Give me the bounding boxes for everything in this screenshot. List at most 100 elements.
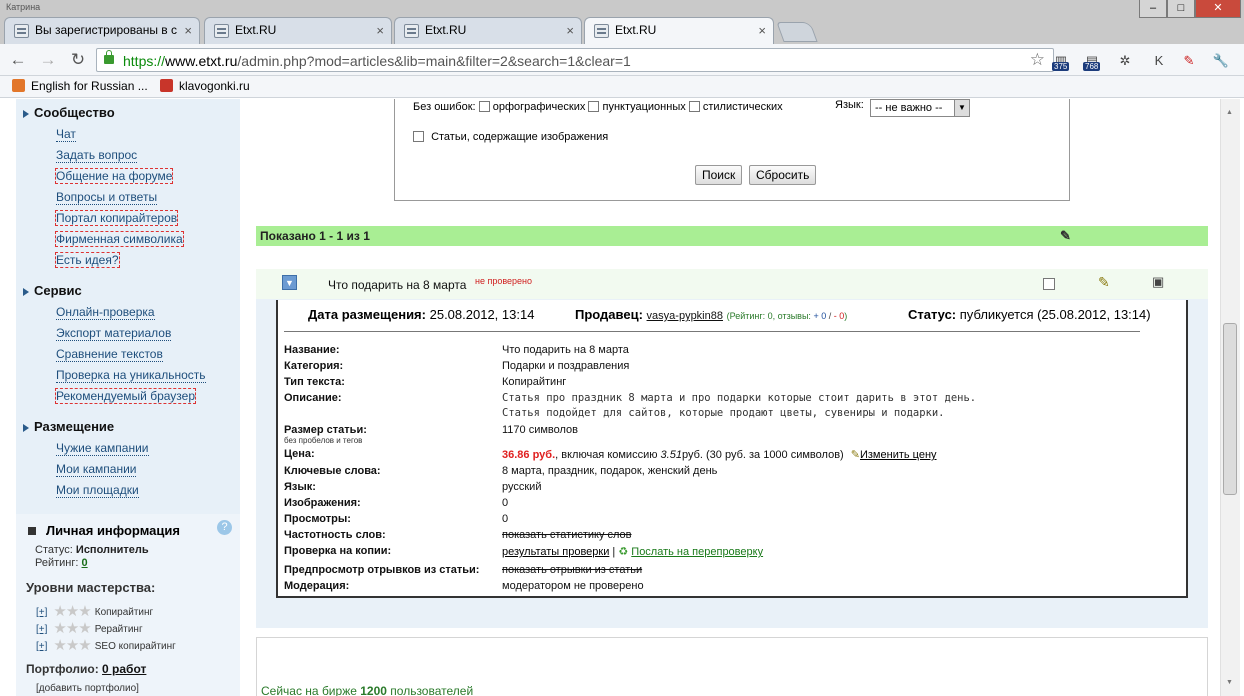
sidebar-link-other-campaigns[interactable]: Чужие кампании <box>56 441 149 456</box>
portfolio-link[interactable]: 0 работ <box>102 662 146 676</box>
add-portfolio-link[interactable]: [добавить портфолио] <box>36 683 139 694</box>
rating-line: Рейтинг: 0 <box>35 557 88 569</box>
tab-title: Etxt.RU <box>425 23 467 37</box>
wrench-icon[interactable]: 🔧 <box>1210 50 1232 72</box>
reset-button[interactable]: Сбросить <box>749 165 817 185</box>
level-seo: [+] ★★★ SEO копирайтинг <box>36 637 176 654</box>
search-filter-box: Без ошибок: орфографических пунктуационн… <box>394 99 1070 201</box>
scroll-down-icon[interactable]: ▼ <box>1226 679 1233 686</box>
show-excerpts-link[interactable]: показать отрывки из статьи <box>502 564 642 576</box>
service-title: Сервис <box>23 283 82 298</box>
bookmarks-bar: English for Russian ... klavogonki.ru <box>0 76 1244 98</box>
window-label: Катрина <box>6 2 41 12</box>
rating-link[interactable]: 0 <box>82 557 88 569</box>
level-rewriting: [+] ★★★ Рерайтинг <box>36 620 143 637</box>
sidebar-link-forum[interactable]: Общение на форуме <box>54 168 174 184</box>
punctuation-checkbox[interactable] <box>588 101 600 112</box>
archive-icon[interactable]: ▣ <box>1152 274 1164 290</box>
not-checked-badge: не проверено <box>475 276 533 286</box>
reload-icon[interactable]: ↻ <box>67 49 89 71</box>
bookmark-english[interactable]: English for Russian ... <box>12 79 148 93</box>
tab-etxt-active[interactable]: Etxt.RU × <box>584 17 774 45</box>
results-count-bar: Показано 1 - 1 из 1 ✎ <box>256 226 1208 246</box>
expand-level-link[interactable]: [+] <box>36 641 47 652</box>
page-icon <box>14 24 29 38</box>
extension-pen-icon[interactable]: ✎ <box>1178 50 1200 72</box>
personal-info-title: Личная информация <box>46 523 180 538</box>
article-title[interactable]: Что подарить на 8 марта <box>328 278 466 292</box>
back-arrow-icon[interactable]: ← <box>7 49 29 71</box>
tab-registered[interactable]: Вы зарегистрированы в с × <box>4 17 200 44</box>
sidebar-link-chat[interactable]: Чат <box>56 127 76 142</box>
extension-stats-icon[interactable]: ▥ 375 <box>1050 50 1072 72</box>
tab-etxt-2[interactable]: Etxt.RU × <box>394 17 582 44</box>
tab-title: Вы зарегистрированы в с <box>35 23 177 37</box>
extension-gear-icon[interactable]: ✲ <box>1114 50 1136 72</box>
sidebar-link-uniqueness[interactable]: Проверка на уникальность <box>56 368 206 383</box>
style-checkbox[interactable] <box>688 101 700 112</box>
sidebar-link-ask[interactable]: Задать вопрос <box>56 148 138 163</box>
stars-icon: ★★★ <box>53 637 91 654</box>
close-icon[interactable]: × <box>184 23 192 38</box>
check-results-link[interactable]: результаты проверки <box>502 546 609 558</box>
scroll-thumb[interactable] <box>1223 323 1237 495</box>
tab-strip: Катрина Вы зарегистрированы в с × Etxt.R… <box>0 0 1244 45</box>
maximize-button[interactable]: □ <box>1167 0 1195 18</box>
main-content: Без ошибок: орфографических пунктуационн… <box>256 99 1208 696</box>
divider <box>284 331 1140 332</box>
sidebar-link-my-sites[interactable]: Мои площадки <box>56 483 139 498</box>
search-button[interactable]: Поиск <box>695 165 743 185</box>
extension-counter-icon[interactable]: ▤ 768 <box>1081 50 1103 72</box>
resend-check-link[interactable]: Послать на перепроверку <box>631 546 763 558</box>
sidebar-link-qa[interactable]: Вопросы и ответы <box>56 190 158 205</box>
footer-panel: Сейчас на бирже 1200 пользователей <box>256 637 1208 696</box>
minimize-button[interactable]: – <box>1139 0 1167 18</box>
error-filter-row: Без ошибок: орфографических пунктуационн… <box>413 101 783 113</box>
edit-pencil-icon[interactable]: ✎ <box>1098 274 1110 291</box>
expand-level-link[interactable]: [+] <box>36 624 47 635</box>
negative-reviews-link[interactable]: - 0 <box>834 311 845 321</box>
export-icon[interactable]: ✎ <box>1060 228 1071 244</box>
lang-select[interactable]: -- не важно -- ▼ <box>870 99 970 117</box>
help-icon[interactable]: ? <box>217 520 232 535</box>
bookmark-klavogonki[interactable]: klavogonki.ru <box>160 79 250 93</box>
sidebar-link-online-check[interactable]: Онлайн-проверка <box>56 305 155 320</box>
pencil-icon: ✎ <box>850 449 860 461</box>
close-icon[interactable]: × <box>566 23 574 38</box>
page-icon <box>214 24 229 38</box>
stars-icon: ★★★ <box>53 620 91 637</box>
tab-etxt-1[interactable]: Etxt.RU × <box>204 17 392 44</box>
close-icon[interactable]: × <box>758 23 766 38</box>
forward-arrow-icon[interactable]: → <box>37 49 59 71</box>
new-tab-button[interactable] <box>776 22 818 42</box>
extension-k-icon[interactable]: K <box>1148 50 1170 72</box>
address-bar[interactable]: https://www.etxt.ru/admin.php?mod=articl… <box>96 48 1054 72</box>
sidebar-link-portal[interactable]: Портал копирайтеров <box>54 210 179 226</box>
sidebar-link-brand[interactable]: Фирменная символика <box>55 231 184 247</box>
sidebar-link-idea[interactable]: Есть идея? <box>55 252 120 268</box>
sidebar-link-my-campaigns[interactable]: Мои кампании <box>56 462 137 477</box>
pin-icon[interactable]: ▼ <box>282 275 297 290</box>
close-icon[interactable]: × <box>376 23 384 38</box>
status-line: Статус: Исполнитель <box>35 544 149 556</box>
sidebar-link-export[interactable]: Экспорт материалов <box>56 326 172 341</box>
positive-reviews-link[interactable]: + 0 <box>813 311 826 321</box>
bookmark-star-icon[interactable]: ☆ <box>1030 50 1045 70</box>
scrollbar[interactable]: ▲ ▼ <box>1220 99 1240 696</box>
sidebar: Сообщество Чат Задать вопрос Общение на … <box>16 99 240 696</box>
sidebar-link-browser[interactable]: Рекомендуемый браузер <box>54 388 197 404</box>
expand-level-link[interactable]: [+] <box>36 607 47 618</box>
scroll-up-icon[interactable]: ▲ <box>1226 109 1233 116</box>
chevron-down-icon: ▼ <box>954 100 969 116</box>
images-checkbox[interactable] <box>413 131 424 142</box>
spelling-checkbox[interactable] <box>478 101 490 112</box>
window-close-button[interactable]: ✕ <box>1195 0 1241 18</box>
car-icon <box>160 79 173 92</box>
date-line: Дата размещения: 25.08.2012, 13:14 <box>308 307 535 322</box>
bookmark-icon <box>12 79 25 92</box>
sidebar-link-compare[interactable]: Сравнение текстов <box>56 347 163 362</box>
change-price-link[interactable]: Изменить цену <box>860 449 937 461</box>
select-article-checkbox[interactable] <box>1043 278 1055 290</box>
seller-link[interactable]: vasya-pypkin88 <box>647 310 723 322</box>
show-word-stats-link[interactable]: показать статистику слов <box>502 529 632 541</box>
